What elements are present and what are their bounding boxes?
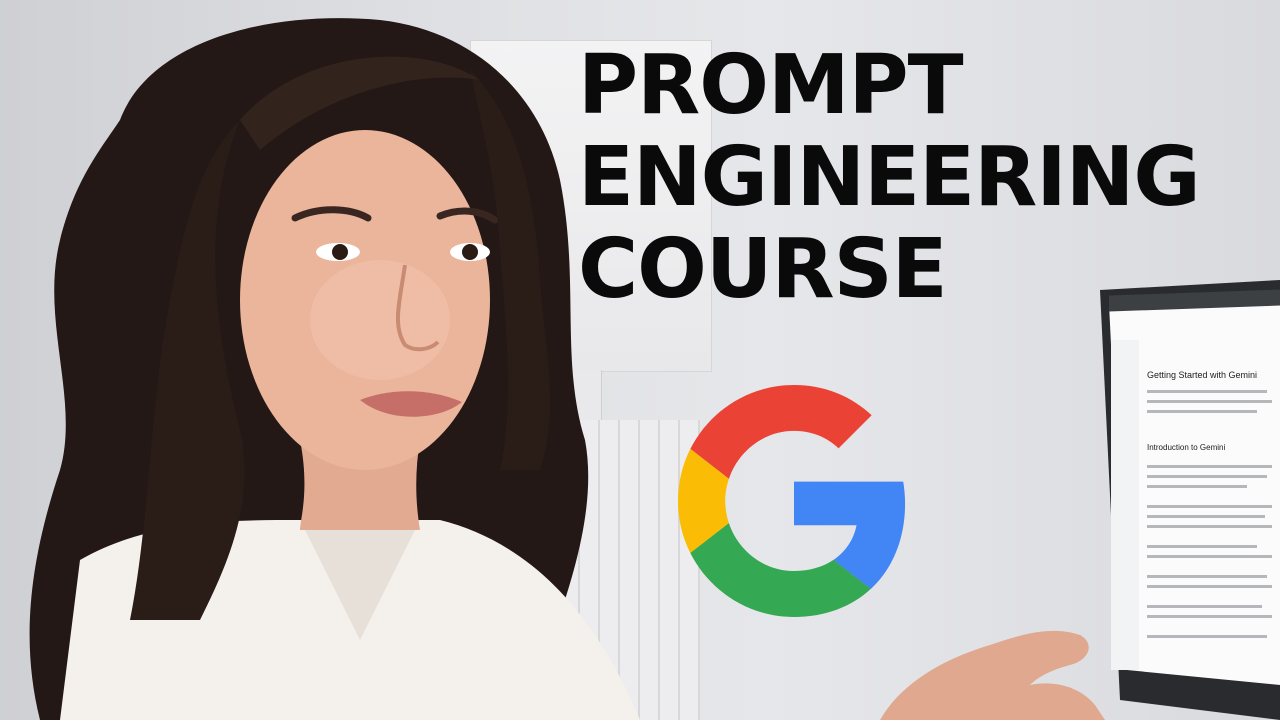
doc-page-heading: Getting Started with Gemini <box>1147 370 1257 380</box>
hand <box>880 630 1105 720</box>
laptop: Getting Started with Gemini Introduction… <box>1100 280 1280 720</box>
google-g-red-segment <box>690 385 872 479</box>
headline-line-1: PROMPT <box>578 38 964 133</box>
thumbnail-scene: PROMPT ENGINEERING COURSE Getting Starte… <box>0 0 1280 720</box>
google-g-green-segment <box>690 523 871 617</box>
headline: PROMPT ENGINEERING COURSE <box>578 38 1201 316</box>
headline-line-2: ENGINEERING <box>578 130 1201 225</box>
doc-section-heading: Introduction to Gemini <box>1147 443 1225 452</box>
doc-sidebar <box>1111 340 1139 670</box>
cheek-glow <box>310 260 450 380</box>
google-g-icon <box>678 385 906 617</box>
